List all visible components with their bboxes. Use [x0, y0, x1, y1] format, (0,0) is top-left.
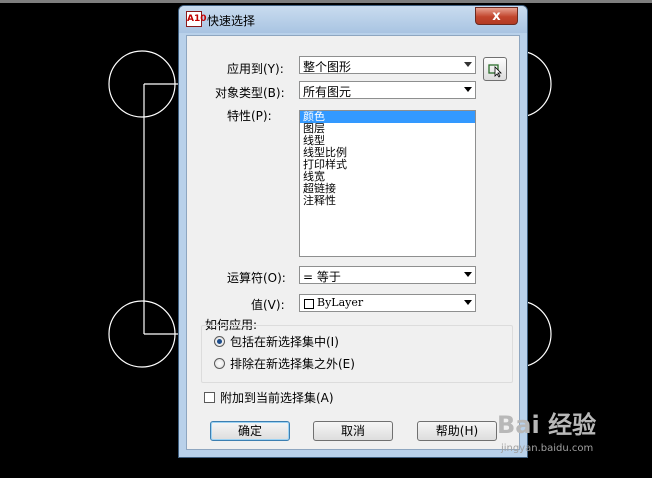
include-radio[interactable]: [214, 336, 225, 347]
object-type-dropdown[interactable]: 所有图元: [299, 81, 476, 99]
operator-label: 运算符(O):: [227, 271, 286, 285]
watermark-logo: Bai 经验: [497, 411, 597, 439]
object-type-value: 所有图元: [303, 85, 352, 99]
list-item[interactable]: 图层: [300, 123, 475, 135]
operator-dropdown[interactable]: = 等于: [299, 266, 476, 284]
autocad-app-icon: A10: [186, 11, 207, 27]
value-dropdown[interactable]: ByLayer: [299, 294, 476, 312]
help-button[interactable]: 帮助(H): [417, 421, 497, 441]
list-item[interactable]: 打印样式: [300, 159, 475, 171]
chevron-down-icon: [464, 300, 472, 305]
apply-to-label: 应用到(Y):: [227, 62, 284, 76]
apply-to-dropdown[interactable]: 整个图形: [299, 56, 476, 74]
append-label[interactable]: 附加到当前选择集(A): [220, 389, 334, 406]
properties-label: 特性(P):: [227, 109, 272, 123]
dialog-title: 快速选择: [207, 14, 256, 28]
exclude-radio[interactable]: [214, 358, 225, 369]
include-label[interactable]: 包括在新选择集中(I): [230, 333, 339, 350]
watermark-url: jingyan.baidu.com: [501, 443, 594, 454]
properties-list[interactable]: 颜色 图层 线型 线型比例 打印样式 线宽 超链接 注释性: [299, 110, 476, 257]
baidu-watermark: Bai 经验 jingyan.baidu.com: [497, 405, 597, 454]
quick-select-dialog: A10 快速选择 x 应用到(Y): 整个图形 对象类型(B): 所有图元 特性…: [178, 5, 528, 458]
select-objects-button[interactable]: [483, 57, 507, 81]
apply-to-value: 整个图形: [303, 60, 352, 74]
dialog-body: 应用到(Y): 整个图形 对象类型(B): 所有图元 特性(P): 颜色 图层 …: [186, 35, 520, 450]
ok-button[interactable]: 确定: [210, 421, 290, 441]
list-item[interactable]: 颜色: [300, 111, 475, 123]
value-label: 值(V):: [251, 298, 285, 312]
chevron-down-icon: [464, 87, 472, 92]
value-value: ByLayer: [317, 296, 364, 309]
list-item[interactable]: 注释性: [300, 195, 475, 207]
chevron-down-icon: [464, 272, 472, 277]
close-button[interactable]: x: [475, 7, 518, 25]
operator-value: = 等于: [303, 270, 341, 284]
select-objects-icon: [488, 64, 502, 78]
append-checkbox[interactable]: [204, 392, 215, 403]
cancel-button[interactable]: 取消: [313, 421, 393, 441]
close-icon: x: [492, 9, 501, 24]
object-type-label: 对象类型(B):: [215, 86, 285, 100]
exclude-label[interactable]: 排除在新选择集之外(E): [230, 355, 355, 372]
chevron-down-icon: [464, 62, 472, 67]
title-bar[interactable]: A10 快速选择 x: [179, 6, 527, 33]
color-swatch: [304, 299, 314, 309]
